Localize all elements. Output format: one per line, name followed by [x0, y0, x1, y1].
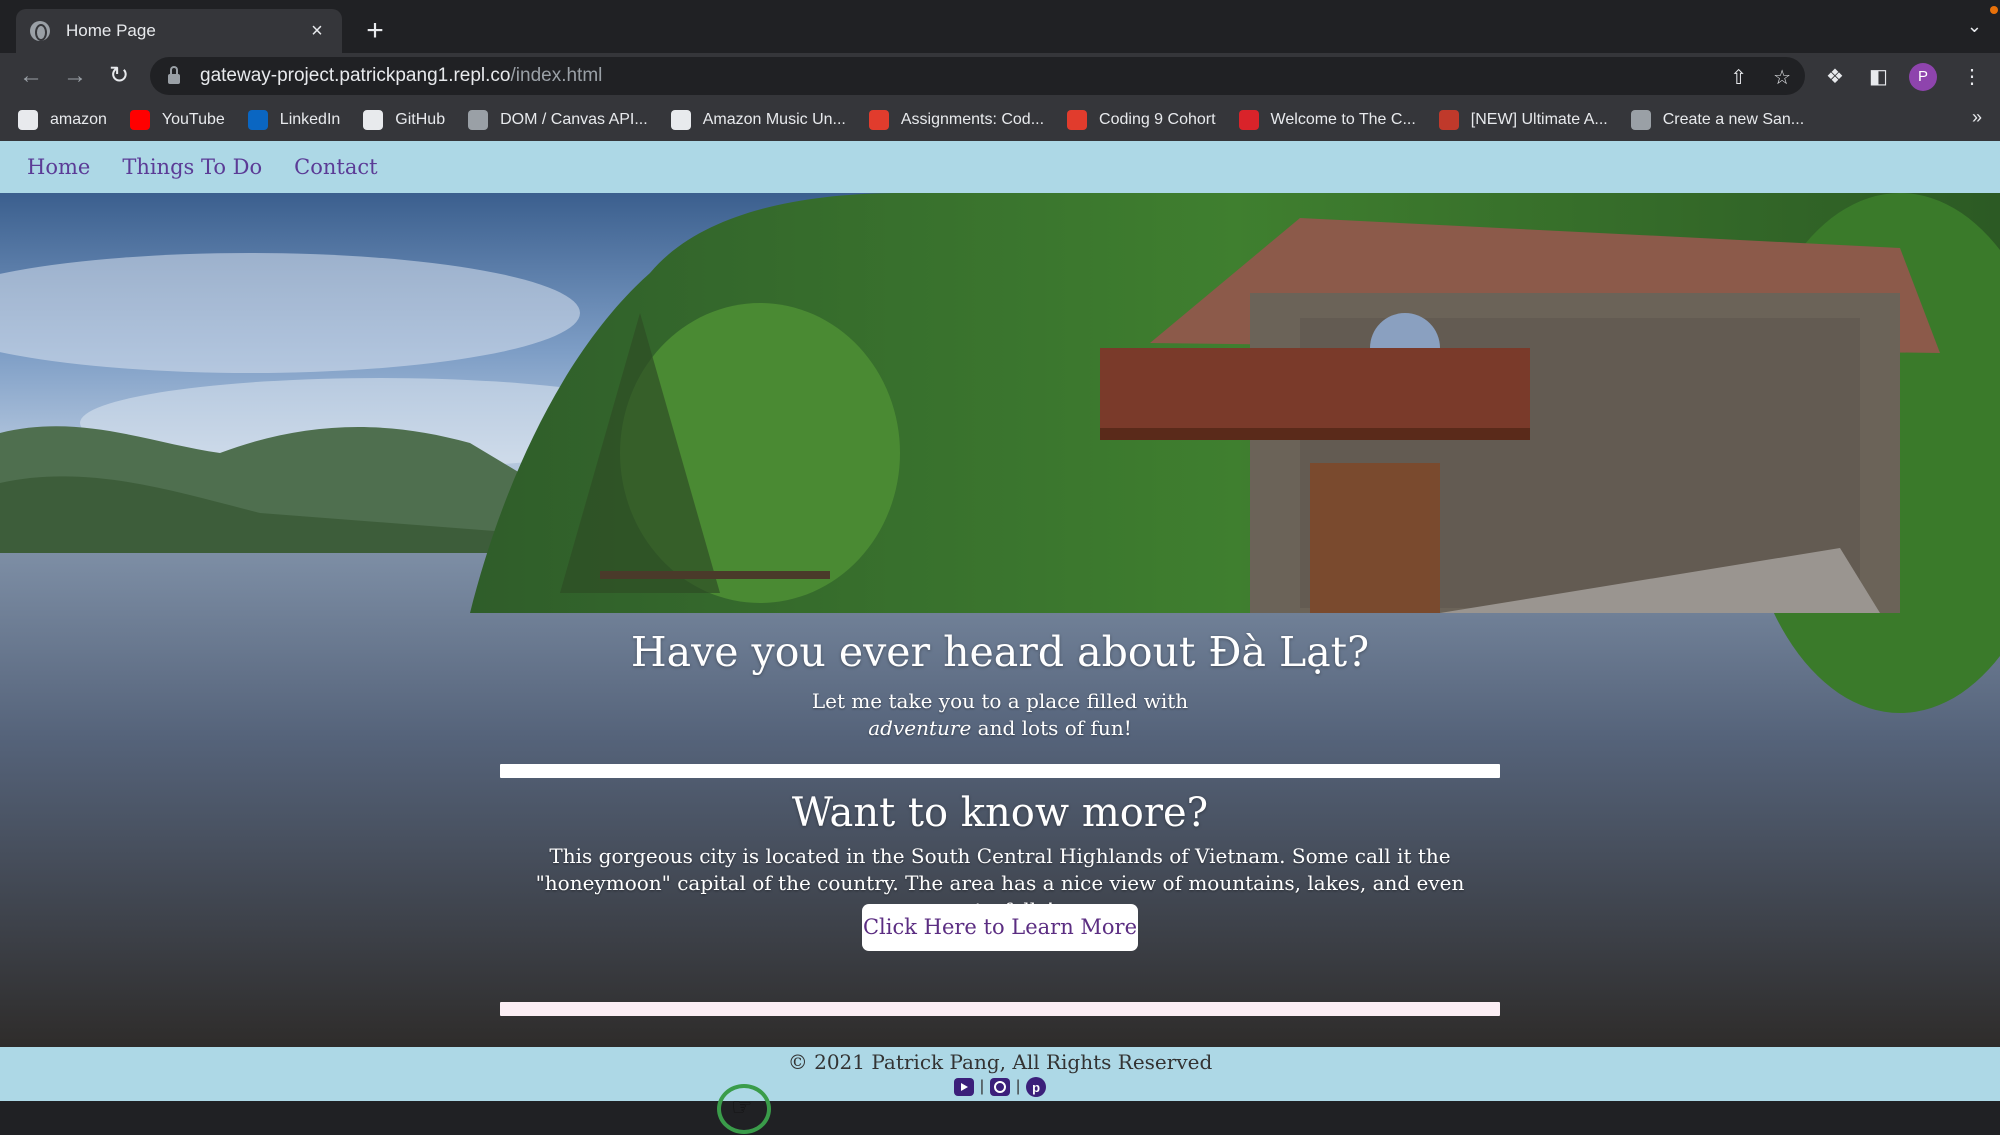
tab-close-button[interactable]: × — [306, 20, 328, 43]
bookmark-label: Coding 9 Cohort — [1099, 111, 1216, 128]
address-bar[interactable]: gateway-project.patrickpang1.repl.co/ind… — [150, 57, 1805, 95]
bookmark-label: LinkedIn — [279, 111, 341, 128]
pointer-hand-icon: ☞ — [731, 1094, 753, 1121]
nav-contact-link[interactable]: Contact — [294, 155, 377, 179]
social-separator: | — [979, 1078, 984, 1095]
site-nav: Home Things To Do Contact — [0, 141, 2000, 193]
bookmark-item[interactable]: Coding 9 Cohort — [1067, 110, 1216, 130]
bookmark-label: Welcome to The C... — [1270, 111, 1416, 128]
bookmarks-bar: amazon YouTube LinkedIn GitHub DOM / Canvas … — [0, 99, 2000, 141]
hero-subtitle-line1: Let me take you to a place filled with — [811, 689, 1189, 713]
social-separator: | — [1016, 1078, 1021, 1095]
bookmark-item[interactable]: GitHub — [363, 110, 445, 130]
tab-title: Home Page — [66, 21, 156, 40]
section-title: Want to know more? — [791, 790, 1209, 836]
hero-subtitle-emphasis: adventure — [868, 716, 972, 740]
hero-section: Have you ever heard about Đà Lạt? Let me… — [0, 193, 2000, 1081]
document-icon — [468, 110, 489, 130]
social-links: | | p — [0, 1077, 2000, 1097]
bookmark-label: Assignments: Cod... — [900, 111, 1045, 128]
menu-kebab-icon[interactable]: ⋮ — [1962, 64, 1982, 89]
github-icon — [363, 110, 384, 130]
amazon-icon — [18, 110, 38, 130]
bookmark-item[interactable]: Create a new San... — [1630, 110, 1805, 130]
new-tab-button[interactable]: + — [360, 13, 390, 49]
globe-icon — [30, 21, 50, 41]
web-page: Home Things To Do Contact Have you ever … — [0, 141, 2000, 1135]
section-divider-top — [500, 764, 1500, 778]
bookmark-label: DOM / Canvas API... — [500, 111, 648, 128]
target-icon — [1438, 110, 1459, 130]
tab-search-chevron-icon[interactable]: ⌄ — [1967, 16, 1982, 37]
copyright-text: © 2021 Patrick Pang, All Rights Reserved — [787, 1050, 1213, 1074]
hero-subtitle-rest: and lots of fun! — [971, 716, 1132, 740]
hero-title: Have you ever heard about Đà Lạt? — [630, 628, 1370, 676]
bookmark-label: Create a new San... — [1662, 111, 1805, 128]
bookmark-label: [NEW] Ultimate A... — [1470, 111, 1608, 128]
rv-icon — [1238, 110, 1259, 130]
hero-subtitle: Let me take you to a place filled with a… — [700, 688, 1300, 742]
lock-icon[interactable] — [168, 66, 180, 84]
notification-dot — [1990, 6, 1998, 14]
bookmark-item[interactable]: Amazon Music Un... — [670, 110, 846, 130]
amazon-icon — [670, 110, 691, 130]
browser-toolbar: ← → ↻ gateway-project.patrickpang1.repl.… — [0, 53, 2000, 99]
profile-avatar[interactable]: P — [1909, 63, 1937, 91]
bookmark-label: GitHub — [395, 111, 446, 128]
share-icon[interactable]: ⇧ — [1730, 65, 1747, 90]
section-divider-bottom — [500, 1002, 1500, 1016]
canvas-icon — [1067, 110, 1088, 130]
bookmark-item[interactable]: YouTube — [129, 110, 225, 130]
bookmark-item[interactable]: LinkedIn — [247, 110, 341, 130]
pinterest-icon[interactable]: p — [1026, 1077, 1047, 1097]
back-arrow-icon[interactable]: ← — [16, 61, 46, 91]
nav-things-to-do-link[interactable]: Things To Do — [122, 155, 262, 179]
tab-home-page[interactable]: Home Page × — [16, 9, 342, 53]
bookmark-item[interactable]: DOM / Canvas API... — [468, 110, 648, 130]
youtube-icon — [129, 110, 150, 130]
star-bookmark-icon[interactable]: ☆ — [1773, 65, 1791, 90]
hero-content: Have you ever heard about Đà Lạt? Let me… — [0, 193, 2000, 1081]
extensions-puzzle-icon[interactable]: ❖ — [1826, 64, 1844, 89]
bookmark-item[interactable]: Welcome to The C... — [1238, 110, 1416, 130]
instagram-icon[interactable] — [990, 1078, 1010, 1096]
learn-more-button[interactable]: Click Here to Learn More — [862, 904, 1138, 951]
linkedin-icon — [247, 110, 268, 130]
site-footer: © 2021 Patrick Pang, All Rights Reserved… — [0, 1047, 2000, 1101]
side-panel-icon[interactable]: ◧ — [1869, 64, 1888, 89]
canvas-icon — [868, 110, 889, 130]
forward-arrow-icon[interactable]: → — [60, 61, 90, 91]
box-icon — [1630, 110, 1651, 130]
youtube-icon[interactable] — [953, 1078, 974, 1096]
bookmark-label: amazon — [50, 111, 107, 128]
bookmark-label: YouTube — [161, 111, 225, 128]
bookmark-label: Amazon Music Un... — [702, 111, 846, 128]
bookmark-item[interactable]: Assignments: Cod... — [868, 110, 1045, 130]
bookmark-item[interactable]: [NEW] Ultimate A... — [1438, 110, 1608, 130]
bookmark-item[interactable]: amazon — [18, 110, 107, 130]
bookmarks-overflow-icon[interactable]: » — [1972, 107, 1982, 128]
url-text: gateway-project.patrickpang1.repl.co/ind… — [200, 65, 603, 86]
nav-home-link[interactable]: Home — [27, 155, 90, 179]
tab-strip: Home Page × + ⌄ — [0, 0, 2000, 53]
reload-icon[interactable]: ↻ — [104, 61, 134, 91]
